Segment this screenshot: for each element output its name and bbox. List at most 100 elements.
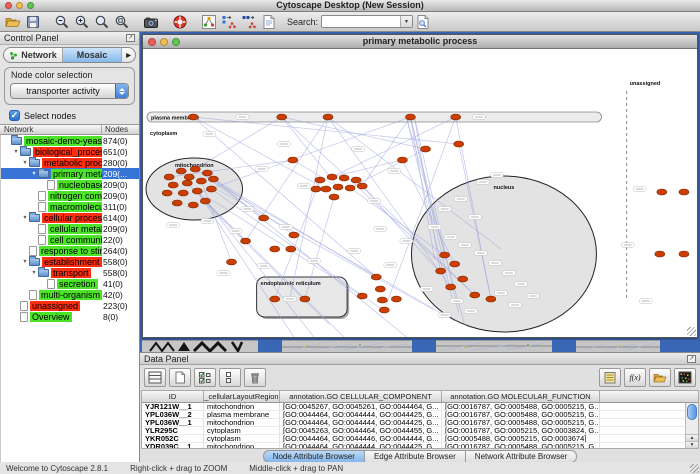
node-color-dropdown[interactable]: transporter activity — [10, 83, 129, 99]
table-row[interactable]: YPL036W__1mitochondrion[GO:0044464, GO:0… — [142, 419, 685, 427]
tree-row[interactable]: nucleobase-209(0) — [1, 179, 139, 190]
tree-row[interactable]: ▼cellular process614(0) — [1, 212, 139, 223]
tree-row[interactable]: macromolecule311(0) — [1, 201, 139, 212]
graph-node[interactable] — [357, 293, 367, 299]
minimize-button[interactable] — [16, 2, 23, 9]
graph-node[interactable] — [270, 296, 280, 302]
graph-node[interactable] — [339, 175, 349, 181]
zoom-button[interactable] — [172, 38, 180, 46]
formula-button[interactable]: f(x) — [624, 368, 646, 387]
graph-node[interactable] — [192, 188, 202, 194]
graph-node[interactable] — [679, 251, 689, 257]
graph-node[interactable] — [345, 185, 355, 191]
zoom-selected-button[interactable] — [112, 13, 132, 31]
graph-node[interactable] — [196, 178, 206, 184]
tree-row[interactable]: cellular metabo209(0) — [1, 223, 139, 234]
graph-node[interactable] — [333, 184, 343, 190]
column-network[interactable]: Network — [0, 125, 102, 134]
graph-node[interactable] — [188, 202, 198, 208]
graph-node[interactable] — [226, 259, 236, 265]
tab-overflow-button[interactable]: ▶ — [122, 48, 135, 62]
attribute-list-button[interactable] — [599, 368, 621, 387]
graph-node[interactable] — [440, 252, 450, 258]
annotation-button[interactable] — [259, 13, 279, 31]
tree-row[interactable]: nitrogen compo209(0) — [1, 190, 139, 201]
expander-icon[interactable]: ▼ — [12, 149, 20, 155]
zoom-fit-button[interactable] — [92, 13, 112, 31]
layout-from-network-button[interactable] — [219, 13, 239, 31]
graph-node[interactable] — [486, 296, 496, 302]
graph-node[interactable] — [164, 174, 174, 180]
graph-node[interactable] — [679, 189, 689, 195]
network-window-controls[interactable] — [148, 38, 180, 46]
app-resize-grip[interactable] — [690, 464, 699, 473]
tree-row[interactable]: ▼biological_process651(0) — [1, 146, 139, 157]
graph-node[interactable] — [321, 186, 331, 192]
window-controls[interactable] — [5, 2, 34, 9]
import-attributes-button[interactable] — [649, 368, 671, 387]
graph-node[interactable] — [454, 141, 464, 147]
scroll-down-icon[interactable]: ▼ — [686, 441, 698, 448]
graph-node[interactable] — [288, 157, 298, 163]
tree-row[interactable]: secretion41(0) — [1, 278, 139, 289]
tree-row[interactable]: multi-organism pro42(0) — [1, 289, 139, 300]
graph-node[interactable] — [458, 276, 468, 282]
new-attribute-button[interactable] — [169, 368, 191, 387]
graph-node[interactable] — [178, 190, 188, 196]
delete-attribute-button[interactable] — [244, 368, 266, 387]
expander-icon[interactable]: ▼ — [30, 270, 38, 276]
graph-node[interactable] — [357, 183, 367, 189]
graph-node[interactable] — [391, 296, 401, 302]
float-panel-icon[interactable]: ↗ — [687, 355, 696, 363]
table-row[interactable]: YLR295Ccytoplasm[GO:0045263, GO:0044464,… — [142, 427, 685, 435]
resize-grip[interactable] — [687, 327, 696, 336]
tree-row[interactable]: mosaic-demo-yeast874(0) — [1, 135, 139, 146]
tree-row[interactable]: response to stimul264(0) — [1, 245, 139, 256]
graph-node[interactable] — [450, 261, 460, 267]
snapshot-button[interactable] — [141, 13, 161, 31]
expander-icon[interactable]: ▼ — [21, 259, 29, 265]
graph-node[interactable] — [184, 174, 194, 180]
table-row[interactable]: YPL036W__2plasma membrane[GO:0044464, GO… — [142, 411, 685, 419]
attribute-table-button[interactable] — [144, 368, 166, 387]
column-nodes[interactable]: Nodes — [102, 125, 139, 134]
network-window-titlebar[interactable]: primary metabolic process — [143, 35, 697, 49]
graph-node[interactable] — [375, 286, 385, 292]
matrix-view-button[interactable] — [674, 368, 696, 387]
zoom-button[interactable] — [27, 2, 34, 9]
zoom-out-button[interactable] — [52, 13, 72, 31]
open-session-button[interactable] — [3, 13, 23, 31]
configure-search-button[interactable] — [413, 13, 433, 31]
network-merge-button[interactable] — [239, 13, 259, 31]
graph-node[interactable] — [397, 157, 407, 163]
column-header[interactable]: annotation.GO MOLECULAR_FUNCTION — [442, 391, 600, 402]
graph-node[interactable] — [421, 146, 431, 152]
graph-node[interactable] — [300, 296, 310, 302]
table-row[interactable]: YKR052Ccytoplasm[GO:0044464, GO:0044446,… — [142, 435, 685, 443]
graph-node[interactable] — [371, 274, 381, 280]
scroll-up-icon[interactable]: ▲ — [686, 434, 698, 441]
network-canvas[interactable]: plasma membrane cytoplasm unassigned nuc… — [143, 49, 697, 337]
expander-icon[interactable]: ▼ — [21, 215, 29, 221]
float-panel-icon[interactable]: ↗ — [126, 34, 135, 42]
graph-node[interactable] — [657, 189, 667, 195]
graph-node[interactable] — [162, 190, 172, 196]
graph-node[interactable] — [168, 182, 178, 188]
graph-node[interactable] — [436, 268, 446, 274]
graph-node[interactable] — [329, 194, 339, 200]
tab-network[interactable]: Network — [4, 48, 63, 62]
select-nodes-checkbox[interactable]: ✓ — [9, 110, 20, 121]
graph-node[interactable] — [259, 215, 269, 221]
search-input[interactable]: ▼ — [321, 15, 413, 28]
tree-row[interactable]: ▼transport558(0) — [1, 267, 139, 278]
graph-node[interactable] — [270, 246, 280, 252]
tab-mosaic[interactable]: Mosaic — [63, 48, 122, 62]
chevron-down-icon[interactable]: ▼ — [400, 16, 412, 27]
graph-node[interactable] — [405, 114, 415, 120]
graph-node[interactable] — [655, 251, 665, 257]
graph-node[interactable] — [323, 114, 333, 120]
table-row[interactable]: YJR121W__1mitochondrion[GO:0045267, GO:0… — [142, 403, 685, 411]
graph-node[interactable] — [172, 200, 182, 206]
graph-node[interactable] — [377, 297, 387, 303]
minimize-button[interactable] — [160, 38, 168, 46]
